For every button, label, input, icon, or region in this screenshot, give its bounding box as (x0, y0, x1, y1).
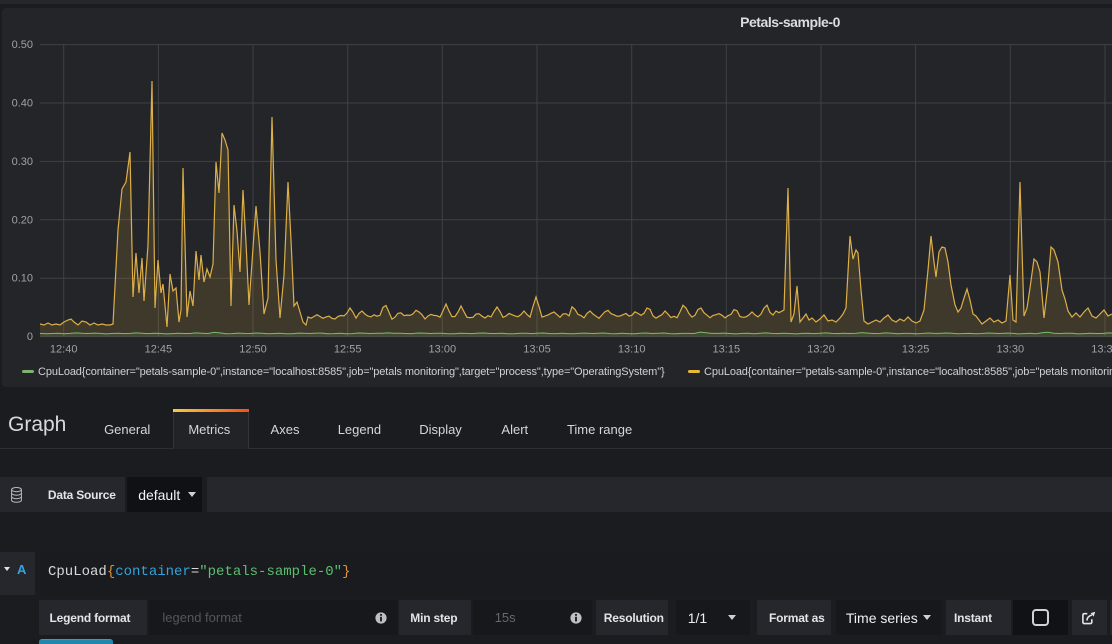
svg-text:13:00: 13:00 (429, 344, 457, 356)
svg-text:0.30: 0.30 (12, 156, 33, 168)
svg-text:12:55: 12:55 (334, 344, 362, 356)
svg-text:13:35: 13:35 (1091, 344, 1112, 356)
svg-text:13:05: 13:05 (523, 344, 551, 356)
svg-text:0.10: 0.10 (12, 273, 33, 285)
svg-text:13:20: 13:20 (807, 344, 835, 356)
svg-text:12:50: 12:50 (239, 344, 267, 356)
svg-text:0.50: 0.50 (12, 39, 33, 51)
svg-text:13:25: 13:25 (902, 344, 930, 356)
svg-text:13:30: 13:30 (997, 344, 1025, 356)
svg-text:12:45: 12:45 (145, 344, 173, 356)
svg-text:0.40: 0.40 (12, 98, 33, 110)
svg-text:13:15: 13:15 (713, 344, 741, 356)
svg-text:13:10: 13:10 (618, 344, 646, 356)
svg-text:12:40: 12:40 (50, 344, 78, 356)
svg-text:0: 0 (27, 331, 33, 343)
svg-text:0.20: 0.20 (12, 214, 33, 226)
